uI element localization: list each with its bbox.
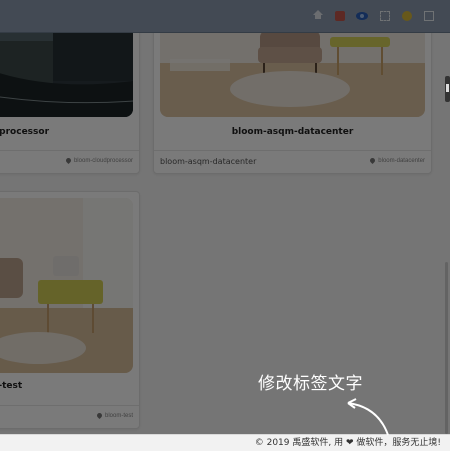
card-footer-name: bloom-asqm-datacenter: [160, 157, 257, 166]
card-footer: bloom-asqm-datacenter bloom-datacenter: [154, 150, 431, 173]
card-title: d-processor: [0, 127, 50, 137]
exit-icon[interactable]: [424, 11, 434, 21]
card-location: bloom-cloudprocessor: [64, 156, 133, 165]
red-app-icon[interactable]: [335, 11, 345, 21]
expand-icon[interactable]: [380, 11, 390, 21]
tip-arrow-icon: [347, 398, 389, 436]
card-footer: bloom-cloudprocessor: [0, 150, 139, 173]
card-image-living-room: [0, 198, 133, 373]
footer-suffix: 做软件，服务无止境!: [356, 438, 441, 448]
card-footer: bloom-test: [0, 405, 139, 428]
card-location: bloom-datacenter: [369, 156, 425, 165]
card-location: bloom-test: [95, 411, 133, 420]
scrollbar-thumb[interactable]: [445, 262, 448, 434]
yellow-app-icon[interactable]: [402, 11, 412, 21]
eye-icon[interactable]: [356, 12, 368, 20]
side-handle[interactable]: [445, 76, 450, 102]
card-title: m-test: [0, 381, 23, 391]
top-toolbar: [0, 0, 450, 33]
location-pin-icon: [64, 156, 73, 165]
card-title: bloom-asqm-datacenter: [231, 127, 354, 137]
card-test[interactable]: m-test bloom-test: [0, 191, 140, 429]
footer-prefix: © 2019 禹盛软件, 用: [254, 438, 344, 448]
location-pin-icon: [369, 156, 377, 165]
home-icon[interactable]: [313, 10, 323, 19]
tip-text: 修改标签文字: [258, 374, 363, 394]
location-pin-icon: [95, 411, 104, 420]
